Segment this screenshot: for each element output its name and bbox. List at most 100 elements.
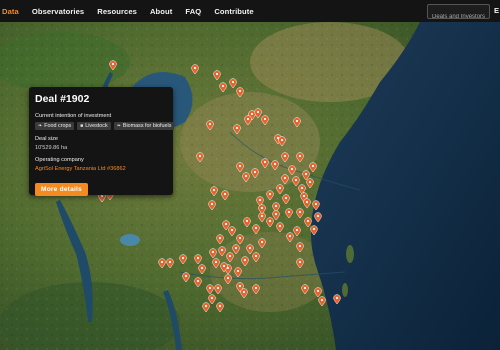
map-pin-dot [300, 186, 304, 190]
leaf-icon: ❧ [116, 123, 121, 129]
leaf-icon: ❧ [38, 123, 43, 129]
map-pin-dot [253, 170, 257, 174]
lake-rukwa [120, 234, 140, 246]
map-pin-dot [260, 214, 264, 218]
map-pin-dot [234, 246, 238, 250]
map-pin-dot [181, 256, 185, 260]
map-pin-dot [263, 160, 267, 164]
map-pin-dot [218, 236, 222, 240]
intention-tags: ❧ Food crops ■ Livestock ❧ Biomass for biof… [35, 122, 175, 130]
map-pin-dot [216, 286, 220, 290]
company-link[interactable]: AgriSol Energy Tanzania Ltd #36862 [35, 166, 167, 172]
map-pin-dot [260, 206, 264, 210]
map-pin-dot [184, 274, 188, 278]
map-pin-dot [208, 286, 212, 290]
map-pin-dot [196, 256, 200, 260]
map-pin-dot [298, 210, 302, 214]
tag-livestock: ■ Livestock [77, 122, 111, 130]
deal-size-label: Deal size [35, 136, 59, 142]
island [346, 245, 354, 263]
map-pin-dot [268, 192, 272, 196]
map-pin-dot [238, 89, 242, 93]
map-pin-dot [218, 304, 222, 308]
map-pin-dot [256, 110, 260, 114]
map-pin-dot [303, 286, 307, 290]
map-pin-dot [274, 204, 278, 208]
more-details-button[interactable]: More details [35, 183, 88, 196]
map-pin-dot [316, 214, 320, 218]
map-pin-dot [305, 200, 309, 204]
deal-size-value: 10'529.86 ha [35, 145, 68, 151]
nav-item-data[interactable]: Data [2, 7, 19, 16]
map-pin-dot [111, 62, 115, 66]
island [342, 283, 348, 297]
map-pin-dot [235, 126, 239, 130]
map-pin-dot [230, 228, 234, 232]
map-pin-dot [320, 298, 324, 302]
nav-item-about[interactable]: About [150, 7, 172, 16]
nav-item-contribute[interactable]: Contribute [214, 7, 253, 16]
map-pin-dot [316, 289, 320, 293]
map-pin-dot [244, 174, 248, 178]
nav-item-faq[interactable]: FAQ [185, 7, 201, 16]
map-pin-dot [311, 164, 315, 168]
map-pin-dot [160, 260, 164, 264]
cow-icon: ■ [80, 123, 84, 129]
map-pin-dot [278, 224, 282, 228]
intention-label: Current intention of investment [35, 113, 112, 119]
map-pin-dot [246, 117, 250, 121]
map-pin-dot [248, 246, 252, 250]
map-pin-dot [238, 236, 242, 240]
map-pin-dot [254, 226, 258, 230]
map-pin-dot [243, 258, 247, 262]
map-pin-dot [226, 276, 230, 280]
map-pin-dot [228, 254, 232, 258]
map-pin-dot [295, 228, 299, 232]
tag-food-crops: ❧ Food crops [35, 122, 75, 130]
nav-item-observatories[interactable]: Observatories [32, 7, 84, 16]
map-pin-dot [198, 154, 202, 158]
map-pin-dot [278, 186, 282, 190]
map-pin-dot [273, 162, 277, 166]
map-pin-dot [212, 188, 216, 192]
map-pin-dot [335, 296, 339, 300]
map-pin-dot [223, 192, 227, 196]
map-pin-dot [268, 219, 272, 223]
top-nav: Data Observatories Resources About FAQ C… [0, 0, 500, 24]
map-pin-dot [245, 219, 249, 223]
map-pin-dot [220, 248, 224, 252]
map-pin-dot [295, 119, 299, 123]
map-pin-dot [215, 72, 219, 76]
map-pin-dot [312, 227, 316, 231]
map-pin-dot [298, 154, 302, 158]
map-pin-dot [254, 286, 258, 290]
map-pin-dot [168, 260, 172, 264]
nav-items: Data Observatories Resources About FAQ C… [0, 0, 254, 22]
search-box[interactable] [427, 4, 490, 24]
map-pin-dot [283, 154, 287, 158]
map-pin-dot [231, 80, 235, 84]
nav-item-resources[interactable]: Resources [97, 7, 137, 16]
map-pin-dot [250, 112, 254, 116]
map-pin-dot [242, 290, 246, 294]
deal-popup: Deal #1902 Current intention of investme… [29, 87, 175, 196]
company-label: Operating company [35, 157, 84, 163]
map-pin-dot [287, 210, 291, 214]
map-pin-dot [254, 254, 258, 258]
map-pin-dot [204, 304, 208, 308]
map-pin-dot [314, 202, 318, 206]
tag-biomass: ❧ Biomass for biofuels [113, 122, 175, 130]
map-pin-dot [210, 296, 214, 300]
map-pin-dot [214, 260, 218, 264]
map-pin-dot [193, 66, 197, 70]
map-pin-dot [302, 194, 306, 198]
map-pin-dot [196, 279, 200, 283]
map-pin-dot [304, 172, 308, 176]
map-pin-dot [238, 164, 242, 168]
map-pin-dot [222, 264, 226, 268]
map-pin-dot [284, 196, 288, 200]
map-pin-dot [298, 260, 302, 264]
map-pin-dot [288, 234, 292, 238]
map-pin-dot [298, 244, 302, 248]
language-selector[interactable]: E [494, 6, 499, 15]
